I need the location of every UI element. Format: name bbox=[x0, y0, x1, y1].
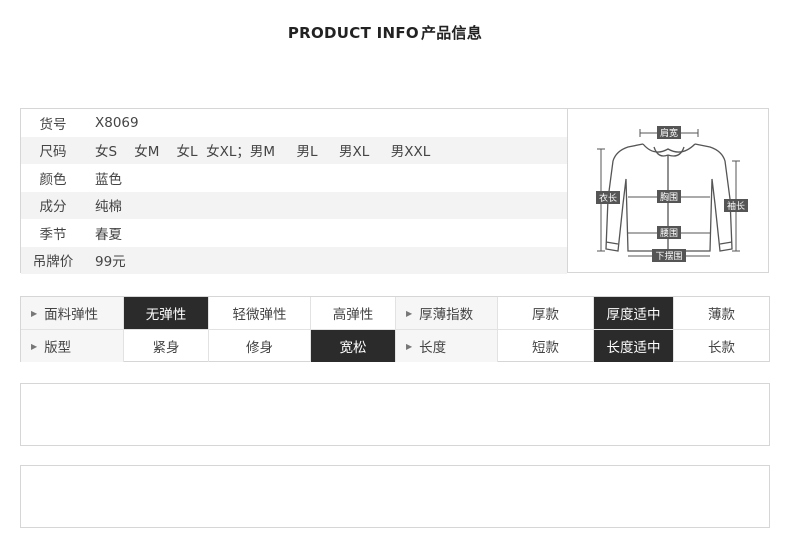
info-value: 女S 女M 女L 女XL；男M 男L 男XL 男XXL bbox=[95, 144, 431, 161]
attribute-row-elasticity: ▶ 面料弹性 无弹性 轻微弹性 高弹性 ▶ 厚薄指数 厚款 厚度适中 薄款 bbox=[21, 297, 769, 329]
info-value: 春夏 bbox=[95, 226, 122, 243]
empty-panel-2 bbox=[20, 465, 770, 528]
label-hem: 下摆围 bbox=[652, 249, 686, 262]
attribute-header-elasticity: ▶ 面料弹性 bbox=[21, 297, 123, 329]
label-sleeve: 袖长 bbox=[724, 199, 748, 212]
info-row-material: 成分 纯棉 bbox=[21, 191, 567, 219]
empty-panel-1 bbox=[20, 383, 770, 446]
page-title: PRODUCT INFO 产品信息 bbox=[0, 22, 770, 43]
shirt-measurement-diagram: 肩宽 衣长 胸围 袖长 腰围 下摆围 bbox=[596, 126, 748, 262]
shirt-collar-outline bbox=[642, 143, 696, 153]
label-waist: 腰围 bbox=[657, 226, 681, 239]
left-cuff bbox=[605, 241, 619, 245]
option-slim: 修身 bbox=[208, 330, 310, 362]
label-shoulder: 肩宽 bbox=[657, 126, 681, 139]
label-chest: 胸围 bbox=[657, 190, 681, 203]
option-thin: 薄款 bbox=[673, 297, 769, 329]
info-value: 99元 bbox=[95, 254, 126, 271]
svg-text:袖长: 袖长 bbox=[727, 200, 745, 212]
info-label: 货号 bbox=[39, 116, 67, 133]
info-label: 吊牌价 bbox=[32, 254, 74, 271]
svg-text:腰围: 腰围 bbox=[660, 228, 678, 239]
triangle-icon: ▶ bbox=[31, 308, 38, 318]
info-label: 颜色 bbox=[39, 171, 67, 188]
option-no-stretch: 无弹性 bbox=[123, 297, 208, 329]
option-medium-length: 长度适中 bbox=[593, 330, 673, 362]
svg-text:衣长: 衣长 bbox=[599, 192, 617, 204]
right-cuff bbox=[719, 241, 733, 245]
info-row-price: 吊牌价 99元 bbox=[21, 246, 567, 274]
info-value: 纯棉 bbox=[95, 199, 122, 216]
product-info-box: 货号 X8069 尺码 女S 女M 女L 女XL；男M 男L 男XL 男XXL … bbox=[20, 108, 769, 274]
info-value: X8069 bbox=[95, 114, 139, 131]
option-short: 短款 bbox=[497, 330, 593, 362]
option-tight: 紧身 bbox=[123, 330, 208, 362]
info-label: 成分 bbox=[39, 199, 67, 216]
option-loose: 宽松 bbox=[310, 330, 395, 362]
attribute-header-length: ▶ 长度 bbox=[395, 330, 497, 362]
info-row-item-no: 货号 X8069 bbox=[21, 109, 567, 137]
option-slight-stretch: 轻微弹性 bbox=[208, 297, 310, 329]
label-length: 衣长 bbox=[596, 191, 620, 204]
title-zh: 产品信息 bbox=[420, 24, 483, 42]
attribute-grid: ▶ 面料弹性 无弹性 轻微弹性 高弹性 ▶ 厚薄指数 厚款 厚度适中 薄款 ▶ 版型 … bbox=[20, 296, 770, 362]
info-row-season: 季节 春夏 bbox=[21, 219, 567, 247]
attribute-header-fit: ▶ 版型 bbox=[21, 330, 123, 362]
option-high-stretch: 高弹性 bbox=[310, 297, 395, 329]
option-long: 长款 bbox=[673, 330, 769, 362]
triangle-icon: ▶ bbox=[31, 341, 38, 351]
svg-text:肩宽: 肩宽 bbox=[660, 127, 678, 139]
info-label: 尺码 bbox=[39, 144, 67, 161]
size-diagram: 肩宽 衣长 胸围 袖长 腰围 下摆围 bbox=[567, 109, 768, 272]
info-value: 蓝色 bbox=[95, 171, 122, 188]
info-row-size: 尺码 女S 女M 女L 女XL；男M 男L 男XL 男XXL bbox=[21, 136, 567, 164]
svg-text:下摆围: 下摆围 bbox=[655, 250, 682, 262]
product-info-table: 货号 X8069 尺码 女S 女M 女L 女XL；男M 男L 男XL 男XXL … bbox=[21, 109, 567, 274]
triangle-icon: ▶ bbox=[406, 341, 413, 351]
title-en: PRODUCT INFO bbox=[287, 24, 419, 42]
svg-text:胸围: 胸围 bbox=[660, 191, 678, 203]
attribute-row-fit: ▶ 版型 紧身 修身 宽松 ▶ 长度 短款 长度适中 长款 bbox=[21, 329, 769, 362]
triangle-icon: ▶ bbox=[406, 308, 413, 318]
option-thick: 厚款 bbox=[497, 297, 593, 329]
option-medium-thickness: 厚度适中 bbox=[593, 297, 673, 329]
info-label: 季节 bbox=[39, 226, 67, 243]
attribute-header-thickness: ▶ 厚薄指数 bbox=[395, 297, 497, 329]
info-row-color: 颜色 蓝色 bbox=[21, 164, 567, 192]
